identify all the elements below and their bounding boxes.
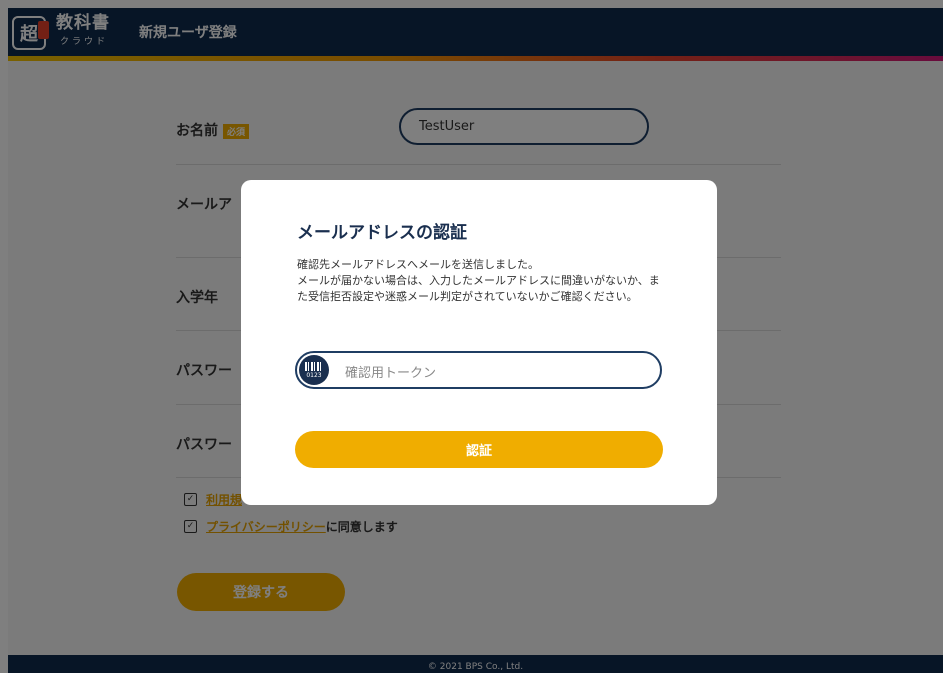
modal-message: 確認先メールアドレスへメールを送信しました。 メールが届かない場合は、入力したメ…: [297, 257, 667, 305]
modal-title: メールアドレスの認証: [297, 223, 467, 243]
barcode-icon: 0123: [299, 355, 329, 385]
token-input[interactable]: 0123 確認用トークン: [295, 351, 662, 389]
verify-button[interactable]: 認証: [295, 431, 663, 468]
email-verification-modal: メールアドレスの認証 確認先メールアドレスへメールを送信しました。 メールが届か…: [241, 180, 717, 505]
token-placeholder: 確認用トークン: [345, 366, 437, 381]
modal-message-line2: メールが届かない場合は、入力したメールアドレスに間違いがないか、また受信拒否設定…: [297, 274, 660, 303]
barcode-icon-text: 0123: [306, 372, 322, 379]
modal-message-line1: 確認先メールアドレスへメールを送信しました。: [297, 258, 539, 271]
